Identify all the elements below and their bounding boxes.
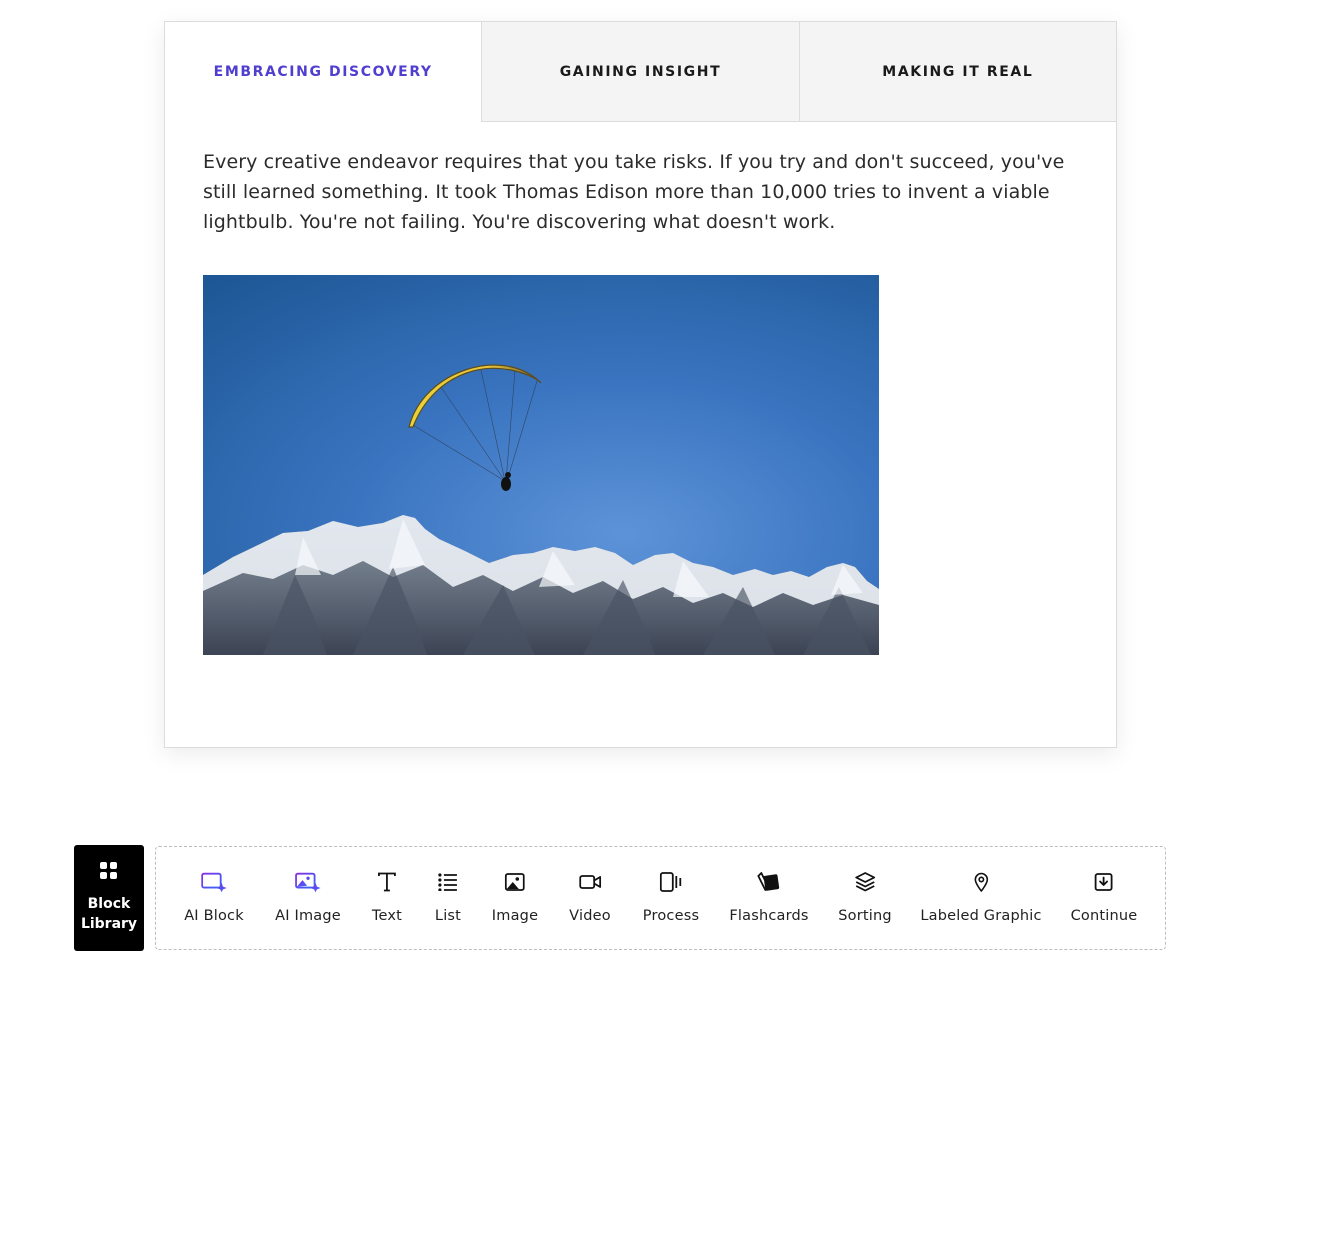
paraglider-mountains-image [203, 275, 879, 655]
text-label: Text [371, 908, 403, 924]
image-label: Image [491, 908, 539, 924]
tab-embracing-discovery[interactable]: EMBRACING DISCOVERY [165, 22, 482, 122]
block-toolbar: AI Block AI Image Text List Image Video … [155, 846, 1166, 950]
tab-panel: Every creative endeavor requires that yo… [165, 122, 1116, 655]
labeled-graphic-button[interactable]: Labeled Graphic [920, 847, 1041, 949]
tab-making-it-real[interactable]: MAKING IT REAL [798, 22, 1116, 122]
video-button[interactable]: Video [569, 847, 611, 949]
list-label: List [434, 908, 462, 924]
ai-block-button[interactable]: AI Block [184, 847, 244, 949]
process-icon [660, 872, 682, 892]
labeled-graphic-label: Labeled Graphic [920, 908, 1042, 924]
grid-icon [100, 862, 117, 879]
video-label: Video [569, 908, 611, 924]
block-library-label: Block Library [80, 896, 138, 932]
list-button[interactable]: List [435, 847, 461, 949]
continue-icon [1095, 873, 1113, 891]
tab-gaining-insight[interactable]: GAINING INSIGHT [481, 22, 799, 122]
block-library-button[interactable]: Block Library [74, 845, 144, 951]
continue-label: Continue [1070, 908, 1138, 924]
sorting-button[interactable]: Sorting [838, 847, 892, 949]
sorting-icon [855, 872, 875, 892]
ai-image-label: AI Image [275, 908, 341, 924]
image-button[interactable]: Image [492, 847, 538, 949]
text-button[interactable]: Text [372, 847, 402, 949]
image-icon [505, 873, 525, 891]
process-label: Process [642, 908, 700, 924]
map-pin-icon [974, 872, 988, 892]
sorting-label: Sorting [838, 908, 892, 924]
ai-image-button[interactable]: AI Image [275, 847, 341, 949]
ai-block-label: AI Block [184, 908, 244, 924]
tab-panel-text: Every creative endeavor requires that yo… [203, 151, 1065, 233]
video-icon [579, 875, 601, 889]
tab-bar: EMBRACING DISCOVERY GAINING INSIGHT MAKI… [165, 22, 1116, 122]
ai-image-icon [294, 872, 321, 893]
text-icon [378, 872, 396, 892]
flashcards-label: Flashcards [729, 908, 809, 924]
ai-block-icon [201, 872, 227, 893]
process-button[interactable]: Process [643, 847, 699, 949]
tabs-block: EMBRACING DISCOVERY GAINING INSIGHT MAKI… [164, 21, 1117, 748]
flashcards-icon [757, 872, 779, 891]
continue-button[interactable]: Continue [1071, 847, 1138, 949]
list-icon [438, 873, 457, 891]
flashcards-button[interactable]: Flashcards [729, 847, 808, 949]
